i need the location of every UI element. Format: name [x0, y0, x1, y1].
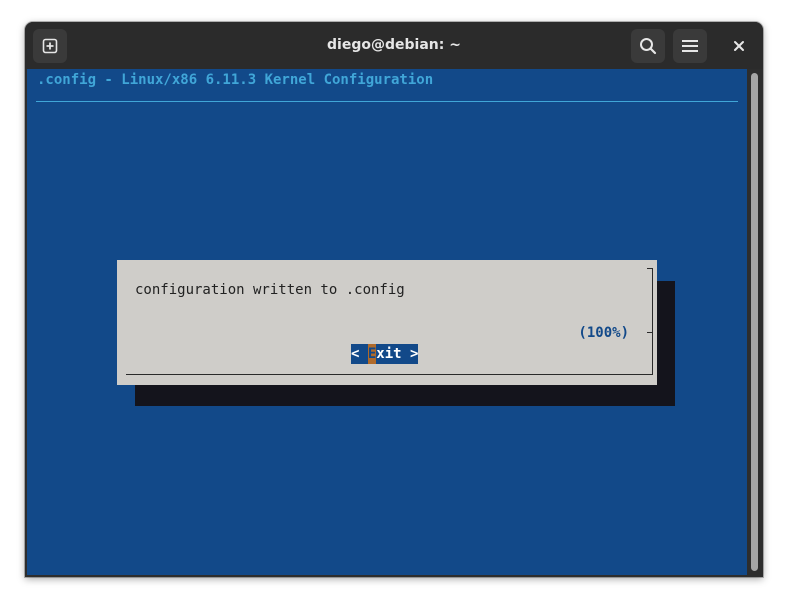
new-tab-icon — [42, 38, 58, 54]
exit-button[interactable]: < E xit > — [351, 344, 419, 364]
kconfig-header: .config - Linux/x86 6.11.3 Kernel Config… — [37, 72, 434, 88]
dialog-border — [126, 374, 653, 375]
close-button[interactable] — [722, 29, 756, 63]
menu-button[interactable] — [673, 29, 707, 63]
title-bar: diego@debian: ~ — [25, 22, 763, 69]
dialog-border — [652, 268, 653, 375]
scrollbar[interactable] — [747, 69, 763, 577]
progress-percent: (100%) — [578, 325, 629, 341]
button-left-bracket: < — [351, 346, 368, 362]
hamburger-menu-icon — [682, 40, 698, 52]
scrollbar-thumb[interactable] — [751, 73, 758, 571]
header-divider — [36, 101, 738, 102]
search-icon — [640, 38, 657, 55]
button-right-bracket: > — [401, 346, 419, 362]
exit-hotkey: E — [367, 344, 377, 364]
terminal-area[interactable]: .config - Linux/x86 6.11.3 Kernel Config… — [27, 69, 747, 575]
dialog-message: configuration written to .config — [135, 282, 405, 298]
search-button[interactable] — [631, 29, 665, 63]
terminal-window: diego@debian: ~ .config - Linux/x86 6.11… — [25, 22, 763, 577]
message-dialog: configuration written to .config (100%) … — [117, 260, 657, 385]
dialog-border — [647, 332, 653, 333]
new-tab-button[interactable] — [33, 29, 67, 63]
close-icon — [734, 41, 744, 51]
exit-label: xit — [376, 346, 402, 362]
